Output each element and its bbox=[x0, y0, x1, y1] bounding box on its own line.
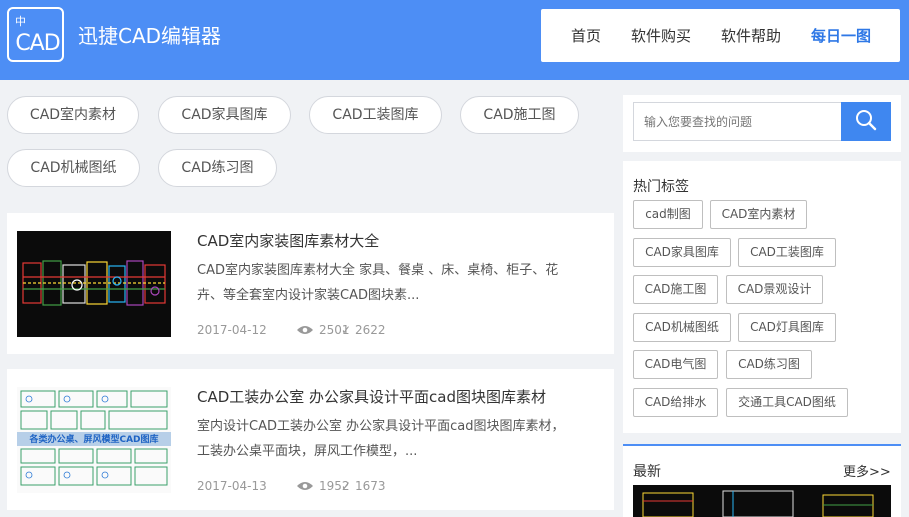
article-description-line: 工装办公桌平面块，屏风工作模型，... bbox=[197, 444, 418, 459]
tag-vehicles[interactable]: 交通工具CAD图纸 bbox=[726, 388, 848, 417]
article-title[interactable]: CAD工装办公室 办公家具设计平面cad图块图库素材 bbox=[197, 386, 546, 407]
main-nav: 首页 软件购买 软件帮助 每日一图 bbox=[541, 9, 900, 62]
article-date: 2017-04-12 bbox=[197, 323, 267, 337]
nav-purchase[interactable]: 软件购买 bbox=[631, 25, 691, 46]
article-like-count: 1673 bbox=[355, 479, 386, 493]
tag-mechanical[interactable]: CAD机械图纸 bbox=[633, 313, 731, 342]
category-pill-workwear[interactable]: CAD工装图库 bbox=[309, 96, 442, 134]
search-input[interactable] bbox=[633, 102, 843, 141]
tag-plumbing[interactable]: CAD给排水 bbox=[633, 388, 718, 417]
nav-home[interactable]: 首页 bbox=[571, 25, 601, 46]
article-card[interactable]: 各类办公桌、屏风模型CAD图库 CAD工装办公室 办公家具设计平面cad图块图库… bbox=[7, 369, 614, 510]
nav-help[interactable]: 软件帮助 bbox=[721, 25, 781, 46]
site-title[interactable]: 迅捷CAD编辑器 bbox=[78, 20, 221, 49]
category-pill-mechanical[interactable]: CAD机械图纸 bbox=[7, 149, 140, 187]
article-card[interactable]: CAD室内家装图库素材大全 CAD室内家装图库素材大全 家具、餐桌 、床、桌椅、… bbox=[7, 213, 614, 354]
tag-landscape[interactable]: CAD景观设计 bbox=[726, 275, 823, 304]
article-thumbnail[interactable] bbox=[17, 231, 171, 337]
category-pill-interior[interactable]: CAD室内素材 bbox=[7, 96, 139, 134]
latest-title: 最新 bbox=[633, 464, 661, 480]
nav-daily-image[interactable]: 每日一图 bbox=[811, 25, 871, 46]
more-link[interactable]: 更多>> bbox=[843, 461, 891, 480]
article-description: CAD室内家装图库素材大全 家具、餐桌 、床、桌椅、柜子、花 卉、等全套室内设计… bbox=[197, 258, 597, 308]
latest-divider bbox=[623, 444, 901, 446]
category-pill-furniture[interactable]: CAD家具图库 bbox=[158, 96, 291, 134]
like-icon: ✓ bbox=[341, 323, 352, 337]
logo-text: CAD bbox=[15, 31, 60, 56]
category-pill-construction[interactable]: CAD施工图 bbox=[460, 96, 579, 134]
thumbnail-caption: 各类办公桌、屏风模型CAD图库 bbox=[29, 435, 159, 445]
article-date: 2017-04-13 bbox=[197, 479, 267, 493]
latest-thumbnail[interactable] bbox=[633, 485, 891, 517]
article-description: 室内设计CAD工装办公室 办公家具设计平面cad图块图库素材， 工装办公桌平面块… bbox=[197, 414, 597, 464]
article-title[interactable]: CAD室内家装图库素材大全 bbox=[197, 230, 379, 251]
category-pill-practice[interactable]: CAD练习图 bbox=[158, 149, 277, 187]
tag-lighting[interactable]: CAD灯具图库 bbox=[738, 313, 836, 342]
tag-workwear[interactable]: CAD工装图库 bbox=[738, 238, 836, 267]
tag-electrical[interactable]: CAD电气图 bbox=[633, 350, 718, 379]
tag-interior[interactable]: CAD室内素材 bbox=[710, 200, 807, 229]
hot-tags-title: 热门标签 bbox=[633, 179, 689, 195]
article-description-line: 卉、等全套室内设计家装CAD图块素... bbox=[197, 288, 420, 303]
tag-furniture[interactable]: CAD家具图库 bbox=[633, 238, 731, 267]
tag-practice[interactable]: CAD练习图 bbox=[726, 350, 812, 379]
tag-cad-drawing[interactable]: cad制图 bbox=[633, 200, 703, 229]
logo-mini-glyph: 中 bbox=[15, 15, 26, 28]
tag-construction[interactable]: CAD施工图 bbox=[633, 275, 718, 304]
article-description-line: CAD室内家装图库素材大全 家具、餐桌 、床、桌椅、柜子、花 bbox=[197, 263, 559, 278]
site-logo[interactable]: 中 CAD bbox=[7, 7, 64, 62]
article-description-line: 室内设计CAD工装办公室 办公家具设计平面cad图块图库素材， bbox=[197, 419, 565, 434]
eye-icon bbox=[297, 326, 313, 334]
eye-icon bbox=[297, 482, 313, 490]
search-button[interactable] bbox=[841, 102, 891, 141]
search-icon bbox=[856, 110, 877, 131]
like-icon: ✓ bbox=[341, 479, 352, 493]
article-like-count: 2622 bbox=[355, 323, 386, 337]
site-header: 中 CAD 迅捷CAD编辑器 首页 软件购买 软件帮助 每日一图 bbox=[0, 0, 909, 80]
